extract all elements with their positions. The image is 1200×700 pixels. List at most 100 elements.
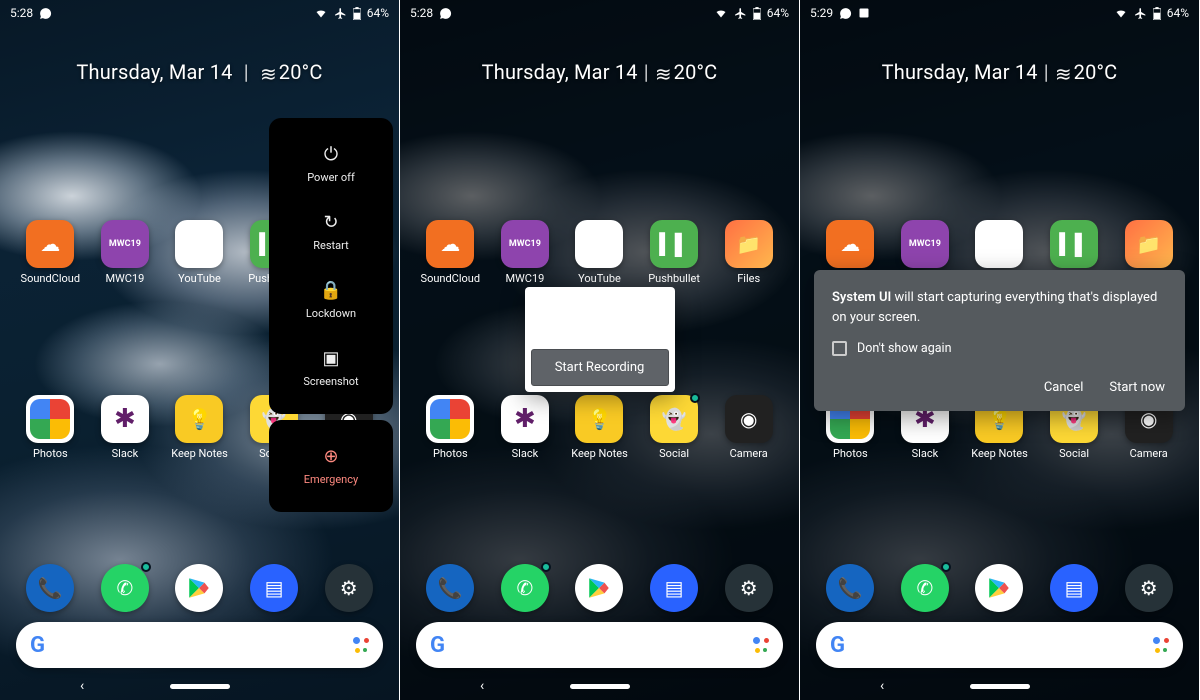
date-weather[interactable]: Thursday, Mar 14 | ≋20°C [0, 60, 399, 86]
home-pill[interactable] [970, 684, 1030, 689]
app-icon: ▶ [575, 220, 623, 268]
app-messages[interactable]: ▤Messages [242, 564, 307, 612]
power-item-label: Lockdown [306, 307, 356, 320]
temp-text: 20°C [279, 60, 323, 84]
power-item-icon: ↻ [323, 212, 338, 233]
power-lockdown[interactable]: 🔒 Lockdown [269, 266, 393, 334]
app-play-store[interactable]: Play Store [167, 564, 232, 612]
power-menu: ⏻Power off ↻ Restart 🔒 Lockdown ▣Screenshot ⊕… [269, 118, 393, 518]
wifi-icon [1114, 7, 1128, 19]
start-recording-button[interactable]: Start Recording [531, 349, 669, 386]
app-label: Photos [833, 447, 868, 460]
battery-pct: 64% [1167, 6, 1189, 20]
back-button[interactable]: ‹ [880, 678, 884, 694]
app-whatsapp[interactable]: ✆WhatsApp [493, 564, 558, 612]
app-settings[interactable]: ⚙Settings [716, 564, 781, 612]
app-soundcloud[interactable]: ☁ SoundCloud [418, 220, 483, 285]
start-now-button[interactable]: Start now [1107, 374, 1167, 401]
app-icon [26, 395, 74, 443]
power-item-icon: ⏻ [324, 144, 338, 165]
home-pill[interactable] [570, 684, 630, 689]
status-bar: 5:28 64% [400, 0, 799, 26]
search-bar[interactable]: G [16, 622, 383, 668]
app-play-store[interactable]: Play Store [967, 564, 1032, 612]
app-icon: ⚙ [325, 564, 373, 612]
app-settings[interactable]: ⚙Settings [1116, 564, 1181, 612]
app-label: MWC19 [105, 272, 144, 285]
app-label: Photos [33, 447, 68, 460]
app-icon: ☁ [426, 220, 474, 268]
app-mwc19[interactable]: MWC19MWC19 [93, 220, 158, 285]
app-icon: ⚙ [725, 564, 773, 612]
app-photos[interactable]: Photos [418, 395, 483, 460]
app-label: Slack [112, 447, 139, 460]
app-icon: MWC19 [501, 220, 549, 268]
app-messages[interactable]: ▤Messages [1042, 564, 1107, 612]
power-power-off[interactable]: ⏻Power off [269, 130, 393, 198]
assistant-icon[interactable] [1153, 637, 1169, 653]
app-play-store[interactable]: Play Store [567, 564, 632, 612]
app-icon: ✆ [101, 564, 149, 612]
app-pushbullet[interactable]: ▍▌Pushbullet [642, 220, 707, 285]
cancel-button[interactable]: Cancel [1042, 374, 1086, 401]
app-icon: ⚙ [1125, 564, 1173, 612]
app-youtube[interactable]: ▶YouTube [167, 220, 232, 285]
app-mwc19[interactable]: MWC19 MWC19 [493, 220, 558, 285]
dont-show-again[interactable]: Don't show again [832, 341, 1167, 356]
app-keep-notes[interactable]: 💡Keep Notes [567, 395, 632, 460]
app-phone[interactable]: 📞Phone [818, 564, 883, 612]
app-icon: 📁 [725, 220, 773, 268]
app-settings[interactable]: ⚙Settings [316, 564, 381, 612]
airplane-icon [1134, 7, 1147, 20]
app-icon: ✆ [901, 564, 949, 612]
app-youtube[interactable]: ▶YouTube [567, 220, 632, 285]
app-icon: 📞 [826, 564, 874, 612]
power-restart[interactable]: ↻ Restart [269, 198, 393, 266]
search-bar[interactable]: G [416, 622, 783, 668]
app-social[interactable]: 👻Social [642, 395, 707, 460]
app-label: SoundCloud [421, 272, 481, 285]
home-pill[interactable] [170, 684, 230, 689]
app-icon [975, 564, 1023, 612]
app-slack[interactable]: ✱ Slack [93, 395, 158, 460]
emergency-button[interactable]: ⊕ Emergency [269, 432, 393, 500]
app-whatsapp[interactable]: ✆WhatsApp [893, 564, 958, 612]
app-label: Keep Notes [971, 447, 1028, 460]
app-soundcloud[interactable]: ☁SoundCloud [18, 220, 83, 285]
assistant-icon[interactable] [353, 637, 369, 653]
battery-icon [753, 7, 761, 20]
power-item-icon: 🔒 [320, 280, 342, 301]
screen-power-menu: 5:28 64% Thursday, Mar 14 | ≋20°C ☁Sound… [0, 0, 400, 700]
app-phone[interactable]: 📞Phone [18, 564, 83, 612]
date-weather[interactable]: Thursday, Mar 14|≋20°C [400, 60, 799, 86]
app-phone[interactable]: 📞Phone [418, 564, 483, 612]
app-label: Camera [730, 447, 768, 460]
date-weather[interactable]: Thursday, Mar 14|≋20°C [800, 60, 1199, 86]
back-button[interactable]: ‹ [80, 678, 84, 694]
app-label: SoundCloud [21, 272, 81, 285]
app-label: Keep Notes [171, 447, 228, 460]
app-messages[interactable]: ▤Messages [642, 564, 707, 612]
app-photos[interactable]: Photos [18, 395, 83, 460]
battery-pct: 64% [767, 6, 789, 20]
app-icon [426, 395, 474, 443]
app-whatsapp[interactable]: ✆WhatsApp [93, 564, 158, 612]
app-keep-notes[interactable]: 💡Keep Notes [167, 395, 232, 460]
app-label: MWC19 [505, 272, 544, 285]
checkbox-icon[interactable] [832, 341, 847, 356]
whatsapp-notif-icon [839, 7, 852, 20]
app-camera[interactable]: ◉Camera [716, 395, 781, 460]
power-screenshot[interactable]: ▣Screenshot [269, 334, 393, 402]
assistant-icon[interactable] [753, 637, 769, 653]
power-item-label: Restart [313, 239, 348, 252]
app-icon: ✱ [101, 395, 149, 443]
date-text: Thursday, Mar 14 [76, 60, 232, 84]
screen-start-recording: 5:28 64% Thursday, Mar 14|≋20°C ☁ SoundCl… [400, 0, 800, 700]
app-files[interactable]: 📁Files [716, 220, 781, 285]
dock: 📞Phone✆WhatsAppPlay Store▤Messages⚙Setti… [0, 564, 399, 612]
app-label: Pushbullet [648, 272, 700, 285]
search-bar[interactable]: G [816, 622, 1183, 668]
back-button[interactable]: ‹ [480, 678, 484, 694]
status-time: 5:28 [410, 6, 433, 20]
app-slack[interactable]: ✱Slack [493, 395, 558, 460]
